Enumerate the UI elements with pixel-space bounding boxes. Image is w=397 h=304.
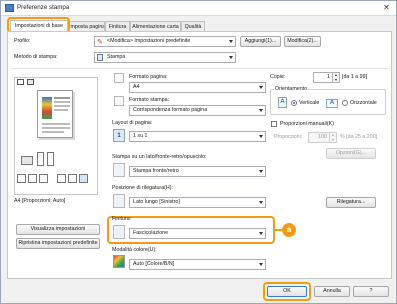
page-icon: [17, 174, 26, 183]
device-illustration: [19, 150, 91, 170]
show-settings-button[interactable]: Visualizza impostazioni: [16, 224, 100, 235]
output-size-label: Formato stampa:: [129, 97, 170, 103]
pencil-icon: [39, 174, 48, 183]
binding-value: Lato lungo [Sinistro]: [133, 199, 180, 205]
color-icon: [79, 174, 88, 183]
restore-defaults-button[interactable]: Ripristina impostazioni predefinite: [16, 238, 100, 249]
chevron-down-icon: [259, 170, 263, 173]
profile-label: Profilo:: [14, 38, 31, 44]
layout-label: Layout di pagina:: [112, 120, 153, 126]
chevron-down-icon: [259, 86, 263, 89]
help-button[interactable]: ?: [353, 286, 389, 297]
color-mode-icon: [113, 255, 125, 268]
binding-select[interactable]: Lato lungo [Sinistro]: [129, 197, 266, 208]
binding-label: Posizione di rilegatura(H):: [112, 185, 173, 191]
layout-icon: 1: [113, 129, 125, 142]
chevron-down-icon: [259, 135, 263, 138]
pencil-icon: ✎: [97, 39, 103, 46]
close-button[interactable]: ✕: [381, 3, 392, 13]
print-method-select[interactable]: Stampa: [94, 52, 236, 63]
duplex-select[interactable]: Stampa fronte/retro: [129, 166, 266, 177]
profile-select[interactable]: ✎ <Modifica> Impostazioni predefinite: [94, 36, 236, 47]
chevron-down-icon: [229, 56, 233, 59]
duplex-icon: [68, 174, 77, 183]
preview-caption: A4 [Proporzioni: Auto]: [14, 198, 66, 204]
landscape-icon: A: [326, 99, 338, 108]
cancel-button[interactable]: Annulla: [314, 286, 350, 297]
collate-icon: [113, 225, 125, 239]
options-button[interactable]: Opzioni(G)...: [326, 148, 376, 159]
portrait-icon: A: [278, 97, 287, 108]
landscape-radio[interactable]: [342, 100, 348, 106]
color-mode-select[interactable]: Auto [Colore/B/N]: [129, 259, 266, 270]
output-size-value: Corrispondenza formato pagina: [133, 107, 208, 113]
chevron-down-icon: [229, 40, 233, 43]
duplex-label: Stampa su un lato/fronte-retro/opuscolo:: [112, 154, 207, 160]
manual-scaling-checkbox[interactable]: [271, 121, 277, 127]
page-preview: [37, 90, 73, 138]
duplex-value: Stampa fronte/retro: [133, 168, 179, 174]
finishing-select[interactable]: Fascicolazione: [129, 228, 266, 239]
tray-icon: [47, 152, 54, 166]
add-profile-button[interactable]: Aggiungi(1)...: [240, 36, 281, 47]
window-title: Preferenze stampa: [17, 4, 70, 11]
preview-pane: [14, 77, 98, 195]
layout-select[interactable]: 1 su 1: [129, 131, 266, 142]
finishing-value: Fascicolazione: [133, 230, 169, 236]
scaling-field-label: Proporzioni:: [274, 134, 303, 140]
page-size-icon: [114, 73, 124, 83]
binding-button[interactable]: Rilegatura...: [326, 197, 376, 208]
preview-view-icon[interactable]: [27, 79, 34, 85]
orientation-label: Orientamento: [274, 86, 309, 92]
finishing-label: Finitura:: [112, 216, 132, 222]
scaling-input[interactable]: 100: [308, 132, 330, 143]
layout-icon: [57, 174, 66, 183]
color-mode-value: Auto [Colore/B/N]: [133, 261, 175, 267]
manual-scaling-label: Proporzioni manuali(K): [280, 121, 334, 127]
profile-value: <Modifica> Impostazioni predefinite: [107, 38, 191, 44]
color-mode-label: Modalità colore(U):: [112, 247, 157, 253]
separator: [12, 68, 388, 69]
copies-range: [da 1 a 99]: [342, 74, 368, 80]
ok-button[interactable]: OK: [267, 286, 307, 297]
copies-label: Copie:: [270, 74, 286, 80]
landscape-label: Orizzontale: [350, 100, 377, 106]
preview-icon-row: [17, 174, 95, 184]
page-size-value: A4: [133, 84, 140, 90]
preview-mode-icon[interactable]: [17, 79, 24, 85]
document-icon: [97, 54, 103, 61]
edit-profile-button[interactable]: Modifica(2)...: [284, 36, 321, 47]
duplex-icon: [113, 163, 125, 177]
tray-icon: [37, 152, 44, 166]
page-size-label: Formato pagina:: [129, 74, 168, 80]
staple-icon: [28, 174, 37, 183]
chevron-down-icon: [259, 109, 263, 112]
printer-icon: [5, 4, 14, 12]
binding-icon: [113, 194, 125, 208]
page-size-select[interactable]: A4: [129, 82, 266, 93]
scaling-range: % [da 25 a 200]: [340, 134, 378, 140]
scaling-stepper[interactable]: ▲ ▼: [330, 132, 337, 143]
printer-icon: [21, 156, 33, 165]
output-size-select[interactable]: Corrispondenza formato pagina: [129, 105, 266, 116]
preview-image: [42, 97, 52, 119]
output-size-icon: [114, 96, 124, 106]
print-method-label: Metodo di stampa:: [14, 54, 58, 60]
copies-input[interactable]: 1: [313, 72, 333, 83]
chevron-down-icon: [259, 232, 263, 235]
chevron-down-icon: [259, 201, 263, 204]
layout-value: 1 su 1: [133, 133, 148, 139]
print-method-value: Stampa: [107, 54, 126, 60]
settings-panel: Profilo: ✎ <Modifica> Impostazioni prede…: [7, 31, 392, 279]
portrait-radio[interactable]: [291, 100, 297, 106]
chevron-down-icon: [259, 263, 263, 266]
copies-stepper[interactable]: ▲ ▼: [333, 72, 340, 83]
callout-badge: a: [282, 223, 296, 237]
print-preferences-window: Preferenze stampa ✕ Impostazioni di base…: [0, 0, 397, 304]
title-bar: Preferenze stampa ✕: [1, 1, 396, 16]
portrait-label: Verticale: [299, 100, 320, 106]
